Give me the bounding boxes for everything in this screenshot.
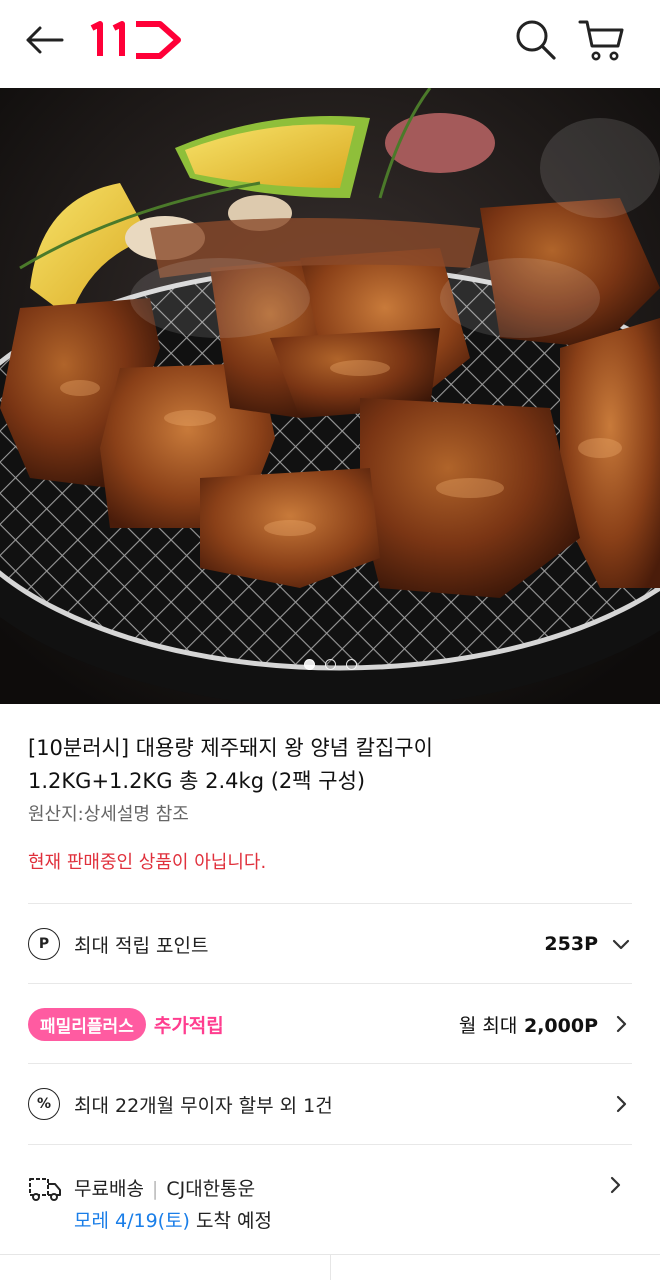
- carousel-dot-2[interactable]: [324, 659, 336, 670]
- max-points-value: 253P: [544, 933, 598, 955]
- family-plus-amount: 2,000P: [523, 1014, 598, 1037]
- max-points-row[interactable]: P 최대 적립 포인트 253P: [28, 914, 632, 974]
- family-plus-value: 월 최대 2,000P: [459, 1011, 598, 1038]
- product-origin: 원산지:상세설명 참조: [28, 804, 189, 825]
- eleven-street-logo[interactable]: [84, 16, 184, 64]
- cart-icon[interactable]: [576, 16, 628, 64]
- product-photo: [0, 88, 660, 704]
- divider: [28, 1144, 632, 1145]
- carousel-dot-3[interactable]: [345, 659, 357, 670]
- arrival-label: 도착 예정: [196, 1210, 272, 1232]
- delivery-info[interactable]: 무료배송 | CJ대한통운 모레 4/19(토) 도착 예정: [28, 1170, 632, 1240]
- percent-icon: %: [28, 1088, 60, 1120]
- family-plus-badge: 패밀리플러스: [28, 1007, 146, 1041]
- chevron-right-icon[interactable]: [610, 1013, 632, 1035]
- point-icon: P: [28, 928, 60, 960]
- product-title-line1: [10분러시] 대용량 제주돼지 왕 양념 칼집구이: [28, 736, 433, 760]
- product-title-line2: 1.2KG+1.2KG 총 2.4kg (2팩 구성): [28, 769, 366, 793]
- divider: [28, 983, 632, 984]
- arrival-date: 모레 4/19(토): [74, 1210, 190, 1232]
- max-points-label: 최대 적립 포인트: [74, 934, 209, 957]
- chevron-right-icon[interactable]: [610, 1093, 632, 1115]
- arrival-estimate: 모레 4/19(토) 도착 예정: [74, 1206, 272, 1233]
- divider: [28, 903, 632, 904]
- product-title: [10분러시] 대용량 제주돼지 왕 양념 칼집구이 1.2KG+1.2KG 총…: [28, 732, 638, 798]
- carrier-name: CJ대한통운: [166, 1178, 256, 1200]
- installment-row[interactable]: % 최대 22개월 무이자 할부 외 1건: [28, 1074, 632, 1134]
- separator: |: [151, 1178, 159, 1200]
- installment-label: 최대 22개월 무이자 할부 외 1건: [74, 1094, 333, 1117]
- search-icon[interactable]: [512, 16, 560, 64]
- chevron-down-icon[interactable]: [610, 933, 632, 955]
- not-on-sale-notice: 현재 판매중인 상품이 아닙니다.: [28, 852, 267, 873]
- bottom-section-edge: [0, 1254, 660, 1280]
- top-header: [0, 0, 660, 88]
- delivery-truck-icon: [29, 1178, 61, 1201]
- product-image-gallery[interactable]: [0, 88, 660, 704]
- carousel-indicator: [0, 659, 660, 670]
- carousel-dot-1[interactable]: [303, 659, 315, 670]
- divider: [28, 1063, 632, 1064]
- extra-points-label: 추가적립: [153, 1014, 224, 1037]
- back-arrow-icon[interactable]: [22, 22, 66, 58]
- delivery-method: 무료배송 | CJ대한통운: [74, 1174, 255, 1201]
- free-shipping-label: 무료배송: [74, 1178, 144, 1200]
- divider: [330, 1255, 331, 1280]
- family-plus-row[interactable]: 패밀리플러스 추가적립 월 최대 2,000P: [28, 994, 632, 1054]
- family-plus-value-prefix: 월 최대: [458, 1014, 518, 1037]
- chevron-right-icon[interactable]: [604, 1174, 626, 1196]
